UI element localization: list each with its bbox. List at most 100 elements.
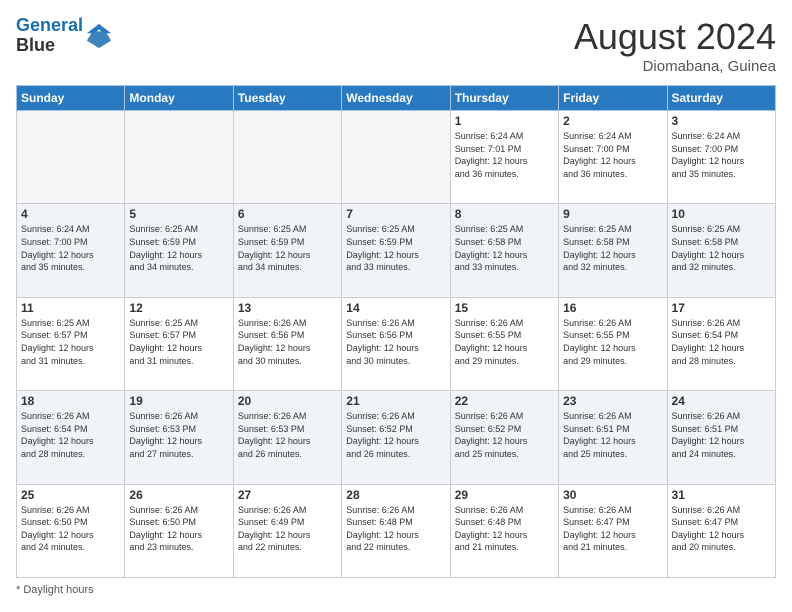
day-info: Sunrise: 6:25 AMSunset: 6:59 PMDaylight:… — [238, 223, 337, 273]
day-info: Sunrise: 6:26 AMSunset: 6:54 PMDaylight:… — [672, 317, 771, 367]
day-info: Sunrise: 6:26 AMSunset: 6:52 PMDaylight:… — [346, 410, 445, 460]
table-row: 1 Sunrise: 6:24 AMSunset: 7:01 PMDaylight… — [450, 111, 558, 204]
table-row: 9 Sunrise: 6:25 AMSunset: 6:58 PMDaylight… — [559, 204, 667, 297]
day-number: 28 — [346, 488, 445, 502]
day-info: Sunrise: 6:25 AMSunset: 6:59 PMDaylight:… — [129, 223, 228, 273]
table-row: 7 Sunrise: 6:25 AMSunset: 6:59 PMDaylight… — [342, 204, 450, 297]
day-info: Sunrise: 6:25 AMSunset: 6:58 PMDaylight:… — [563, 223, 662, 273]
day-number: 10 — [672, 207, 771, 221]
table-row: 13Sunrise: 6:26 AMSunset: 6:56 PMDayligh… — [233, 297, 341, 390]
day-info: Sunrise: 6:26 AMSunset: 6:49 PMDaylight:… — [238, 504, 337, 554]
day-info: Sunrise: 6:26 AMSunset: 6:50 PMDaylight:… — [129, 504, 228, 554]
day-number: 13 — [238, 301, 337, 315]
day-info: Sunrise: 6:26 AMSunset: 6:51 PMDaylight:… — [563, 410, 662, 460]
day-number: 16 — [563, 301, 662, 315]
table-row: 5 Sunrise: 6:25 AMSunset: 6:59 PMDaylight… — [125, 204, 233, 297]
day-info: Sunrise: 6:26 AMSunset: 6:52 PMDaylight:… — [455, 410, 554, 460]
day-number: 7 — [346, 207, 445, 221]
day-info: Sunrise: 6:25 AMSunset: 6:57 PMDaylight:… — [129, 317, 228, 367]
day-number: 3 — [672, 114, 771, 128]
col-sunday: Sunday — [17, 86, 125, 111]
day-info: Sunrise: 6:24 AMSunset: 7:00 PMDaylight:… — [672, 130, 771, 180]
day-info: Sunrise: 6:24 AMSunset: 7:00 PMDaylight:… — [563, 130, 662, 180]
table-row: 23 Sunrise: 6:26 AMSunset: 6:51 PMDayligh… — [559, 391, 667, 484]
day-number: 11 — [21, 301, 120, 315]
page: GeneralBlue August 2024 Diomabana, Guine… — [0, 0, 792, 612]
day-number: 31 — [672, 488, 771, 502]
day-info: Sunrise: 6:26 AMSunset: 6:48 PMDaylight:… — [346, 504, 445, 554]
table-row: 31 Sunrise: 6:26 AMSunset: 6:47 PMDayligh… — [667, 484, 775, 577]
day-number: 4 — [21, 207, 120, 221]
day-number: 6 — [238, 207, 337, 221]
title-block: August 2024 Diomabana, Guinea — [574, 16, 776, 75]
day-number: 27 — [238, 488, 337, 502]
day-info: Sunrise: 6:26 AMSunset: 6:53 PMDaylight:… — [238, 410, 337, 460]
day-info: Sunrise: 6:24 AMSunset: 7:00 PMDaylight:… — [21, 223, 120, 273]
day-number: 19 — [129, 394, 228, 408]
table-row: 25 Sunrise: 6:26 AMSunset: 6:50 PMDayligh… — [17, 484, 125, 577]
table-row — [17, 111, 125, 204]
day-number: 9 — [563, 207, 662, 221]
day-info: Sunrise: 6:25 AMSunset: 6:58 PMDaylight:… — [455, 223, 554, 273]
day-info: Sunrise: 6:25 AMSunset: 6:59 PMDaylight:… — [346, 223, 445, 273]
col-wednesday: Wednesday — [342, 86, 450, 111]
logo: GeneralBlue — [16, 16, 113, 56]
table-row: 8Sunrise: 6:25 AMSunset: 6:58 PMDaylight… — [450, 204, 558, 297]
day-info: Sunrise: 6:24 AMSunset: 7:01 PMDaylight:… — [455, 130, 554, 180]
table-row: 18Sunrise: 6:26 AMSunset: 6:54 PMDayligh… — [17, 391, 125, 484]
calendar-week-4: 18Sunrise: 6:26 AMSunset: 6:54 PMDayligh… — [17, 391, 776, 484]
day-number: 18 — [21, 394, 120, 408]
day-number: 23 — [563, 394, 662, 408]
table-row: 26 Sunrise: 6:26 AMSunset: 6:50 PMDayligh… — [125, 484, 233, 577]
table-row: 19 Sunrise: 6:26 AMSunset: 6:53 PMDayligh… — [125, 391, 233, 484]
table-row: 12 Sunrise: 6:25 AMSunset: 6:57 PMDayligh… — [125, 297, 233, 390]
table-row: 24Sunrise: 6:26 AMSunset: 6:51 PMDayligh… — [667, 391, 775, 484]
table-row: 16 Sunrise: 6:26 AMSunset: 6:55 PMDayligh… — [559, 297, 667, 390]
table-row: 22 Sunrise: 6:26 AMSunset: 6:52 PMDayligh… — [450, 391, 558, 484]
calendar-week-2: 4 Sunrise: 6:24 AMSunset: 7:00 PMDaylight… — [17, 204, 776, 297]
table-row: 21 Sunrise: 6:26 AMSunset: 6:52 PMDayligh… — [342, 391, 450, 484]
table-row — [125, 111, 233, 204]
day-number: 25 — [21, 488, 120, 502]
day-number: 20 — [238, 394, 337, 408]
day-number: 30 — [563, 488, 662, 502]
day-info: Sunrise: 6:25 AMSunset: 6:58 PMDaylight:… — [672, 223, 771, 273]
table-row: 6 Sunrise: 6:25 AMSunset: 6:59 PMDaylight… — [233, 204, 341, 297]
day-number: 5 — [129, 207, 228, 221]
footer-text: Daylight hours — [23, 584, 93, 596]
day-number: 22 — [455, 394, 554, 408]
day-info: Sunrise: 6:26 AMSunset: 6:48 PMDaylight:… — [455, 504, 554, 554]
calendar-week-3: 11 Sunrise: 6:25 AMSunset: 6:57 PMDayligh… — [17, 297, 776, 390]
day-info: Sunrise: 6:26 AMSunset: 6:55 PMDaylight:… — [563, 317, 662, 367]
table-row: 20 Sunrise: 6:26 AMSunset: 6:53 PMDayligh… — [233, 391, 341, 484]
logo-icon — [85, 22, 113, 50]
day-info: Sunrise: 6:26 AMSunset: 6:50 PMDaylight:… — [21, 504, 120, 554]
day-number: 15 — [455, 301, 554, 315]
table-row: 10 Sunrise: 6:25 AMSunset: 6:58 PMDayligh… — [667, 204, 775, 297]
day-number: 26 — [129, 488, 228, 502]
day-number: 29 — [455, 488, 554, 502]
calendar-week-1: 1 Sunrise: 6:24 AMSunset: 7:01 PMDaylight… — [17, 111, 776, 204]
day-number: 21 — [346, 394, 445, 408]
day-info: Sunrise: 6:26 AMSunset: 6:53 PMDaylight:… — [129, 410, 228, 460]
day-info: Sunrise: 6:25 AMSunset: 6:57 PMDaylight:… — [21, 317, 120, 367]
day-number: 12 — [129, 301, 228, 315]
logo-text: GeneralBlue — [16, 16, 83, 56]
day-number: 1 — [455, 114, 554, 128]
subtitle: Diomabana, Guinea — [574, 58, 776, 75]
col-thursday: Thursday — [450, 86, 558, 111]
day-number: 2 — [563, 114, 662, 128]
day-number: 24 — [672, 394, 771, 408]
footer-note: * Daylight hours — [16, 584, 776, 596]
table-row: 17Sunrise: 6:26 AMSunset: 6:54 PMDayligh… — [667, 297, 775, 390]
day-info: Sunrise: 6:26 AMSunset: 6:47 PMDaylight:… — [672, 504, 771, 554]
table-row: 27 Sunrise: 6:26 AMSunset: 6:49 PMDayligh… — [233, 484, 341, 577]
day-number: 14 — [346, 301, 445, 315]
day-info: Sunrise: 6:26 AMSunset: 6:56 PMDaylight:… — [346, 317, 445, 367]
table-row: 15 Sunrise: 6:26 AMSunset: 6:55 PMDayligh… — [450, 297, 558, 390]
col-saturday: Saturday — [667, 86, 775, 111]
month-title: August 2024 — [574, 16, 776, 58]
table-row: 28 Sunrise: 6:26 AMSunset: 6:48 PMDayligh… — [342, 484, 450, 577]
day-info: Sunrise: 6:26 AMSunset: 6:55 PMDaylight:… — [455, 317, 554, 367]
table-row — [233, 111, 341, 204]
